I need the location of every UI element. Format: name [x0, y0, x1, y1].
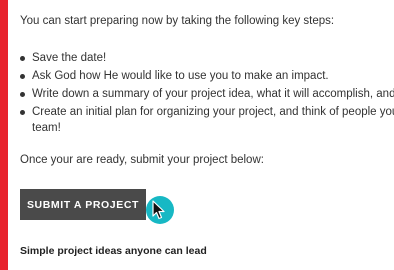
step-text: Create an initial plan for organizing yo… [32, 106, 394, 118]
cursor-indicator [146, 196, 176, 226]
bullet-icon [20, 92, 25, 97]
step-text: Write down a summary of your project ide… [32, 88, 394, 100]
list-item: Create an initial plan for organizing yo… [20, 104, 394, 136]
step-text: Ask God how He would like to use you to … [32, 70, 329, 82]
steps-list: Save the date! Ask God how He would like… [20, 50, 394, 138]
list-item: Ask God how He would like to use you to … [20, 68, 394, 84]
content-panel: You can start preparing now by taking th… [8, 0, 394, 270]
list-item: Save the date! [20, 50, 394, 66]
bullet-icon [20, 56, 25, 61]
bullet-icon [20, 74, 25, 79]
list-item: Write down a summary of your project ide… [20, 86, 394, 102]
bullet-icon [20, 110, 25, 115]
outro-text: Once your are ready, submit your project… [20, 154, 264, 166]
step-text: Save the date! [32, 52, 107, 64]
section-subheading: Simple project ideas anyone can lead [20, 245, 207, 257]
intro-text: You can start preparing now by taking th… [20, 15, 335, 27]
submit-project-button[interactable]: SUBMIT A PROJECT [20, 189, 146, 220]
step-text-continuation: team! [32, 122, 61, 134]
mouse-pointer-icon [152, 200, 165, 220]
